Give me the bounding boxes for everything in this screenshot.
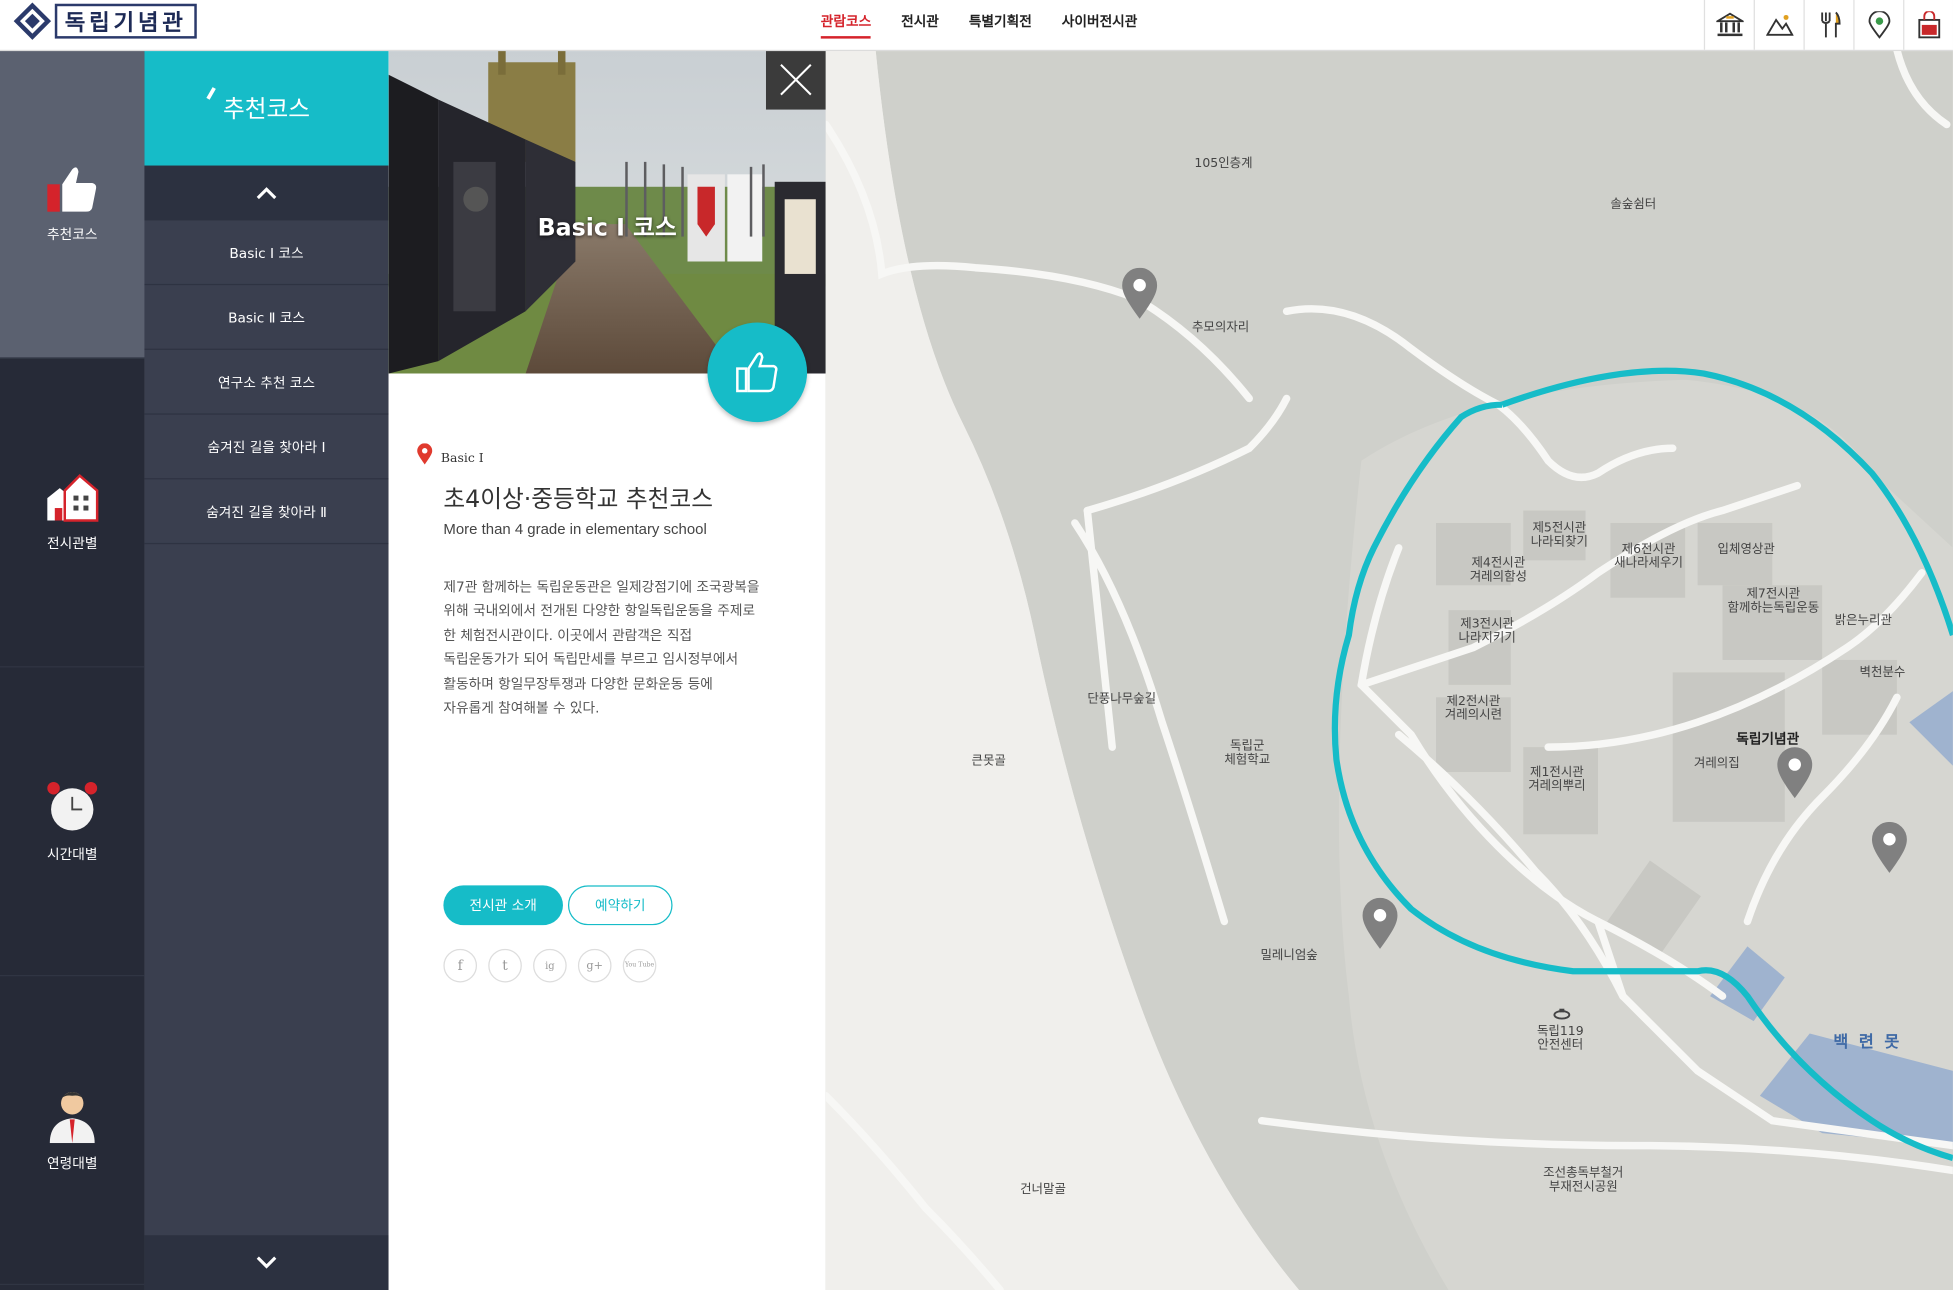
map-label: 겨레의집 <box>1693 757 1740 771</box>
map-pin-icon[interactable] <box>1121 267 1158 320</box>
map-label: 큰못골 <box>971 754 1006 769</box>
category-rail: 추천코스 전시관별 시간대별 연령대별 <box>0 49 145 1290</box>
rail-item-by-hall[interactable]: 전시관별 <box>0 359 145 668</box>
map-label: 제1전시관 겨레의뿌리 <box>1528 765 1586 794</box>
instagram-icon[interactable]: ig <box>533 948 567 983</box>
shopping-bag-icon[interactable] <box>1904 0 1953 50</box>
thumbs-up-icon <box>47 166 97 212</box>
map-label: 솔숲쉼터 <box>1610 197 1657 212</box>
map-label: 벽천분수 <box>1859 666 1906 680</box>
course-list: Basic Ⅰ 코스 Basic Ⅱ 코스 연구소 추천 코스 숨겨진 길을 찾… <box>144 220 389 545</box>
map-label: 독립군 체험학교 <box>1224 739 1271 768</box>
scroll-down-button[interactable] <box>144 1235 389 1290</box>
map-canvas <box>825 49 1953 1290</box>
photo-title: Basic Ⅰ 코스 <box>537 214 677 242</box>
map-pin-icon[interactable] <box>1871 821 1908 874</box>
chevron-up-icon <box>256 187 277 200</box>
map-label: 제4전시관 겨레의함성 <box>1469 556 1527 584</box>
course-detail-panel: Basic Ⅰ 코스 Basic Ⅰ 초4이상·중등학교 추천코스 More t… <box>388 49 830 1290</box>
description-line: 제7관 함께하는 독립운동관은 일제강점기에 조국광복을 <box>443 579 760 596</box>
map-label: 조선총독부철거 부재전시공원 <box>1543 1166 1624 1195</box>
restaurant-icon[interactable] <box>1805 0 1855 50</box>
map-label: 제2전시관 겨레의시련 <box>1444 694 1503 723</box>
map-label: 제7전시관 함께하는독립운동 <box>1727 587 1820 616</box>
alarm-clock-icon <box>47 781 98 830</box>
course-item-research[interactable]: 연구소 추천 코스 <box>144 350 389 415</box>
chevron-down-icon <box>256 1256 277 1269</box>
map-label: 추모의자리 <box>1191 321 1250 335</box>
nav-item-exhibitions[interactable]: 전시관 <box>886 0 954 50</box>
map-pin-icon[interactable] <box>1361 897 1398 950</box>
course-item-hidden-path-2[interactable]: 숨겨진 길을 찾아라 Ⅱ <box>144 479 389 545</box>
map-label: 단풍나무숲길 <box>1087 692 1157 707</box>
rail-label: 시간대별 <box>47 846 98 863</box>
google-plus-icon[interactable]: g+ <box>577 948 612 983</box>
map-label: 제6전시관 새나라세우기 <box>1614 542 1683 571</box>
location-icon[interactable] <box>1855 0 1905 50</box>
title-mark <box>206 87 216 100</box>
logo-emblem-icon <box>13 2 52 40</box>
nav-item-special[interactable]: 특별기획전 <box>954 0 1047 50</box>
main-nav: 관람코스 전시관 특별기획전 사이버전시관 <box>806 0 1153 50</box>
rail-label: 추천코스 <box>47 226 98 243</box>
facebook-icon[interactable]: f <box>443 948 478 983</box>
description-line: 자유롭게 참여해볼 수 있다. <box>443 699 600 717</box>
course-item-basic-1[interactable]: Basic Ⅰ 코스 <box>144 220 389 286</box>
course-title: 초4이상·중등학교 추천코스 <box>443 485 713 514</box>
social-share: f t ig g+ You Tube <box>443 948 667 983</box>
map-label: 제5전시관 나라되찾기 <box>1530 521 1589 550</box>
course-tag: Basic Ⅰ <box>416 443 484 466</box>
map-label: 입체영상관 <box>1717 542 1775 557</box>
description-line: 한 체험전시관이다. 이곳에서 관람객은 직접 <box>443 627 693 644</box>
submenu-title: 추천코스 <box>144 49 389 166</box>
map-label-pond: 백 련 못 <box>1833 1033 1902 1053</box>
course-item-hidden-path-1[interactable]: 숨겨진 길을 찾아라 Ⅰ <box>144 415 389 480</box>
map-pin-icon[interactable] <box>1776 747 1813 799</box>
rail-label: 연령대별 <box>47 1154 98 1172</box>
top-header: 독립기념관 관람코스 전시관 특별기획전 사이버전시관 <box>0 0 1953 52</box>
youtube-icon[interactable]: You Tube <box>622 948 657 983</box>
logo[interactable]: 독립기념관 <box>12 2 197 40</box>
close-icon <box>780 64 812 96</box>
course-submenu: 추천코스 Basic Ⅰ 코스 Basic Ⅱ 코스 연구소 추천 코스 숨겨진… <box>144 49 389 1290</box>
rail-item-by-time[interactable]: 시간대별 <box>0 667 145 977</box>
course-tag-text: Basic Ⅰ <box>440 452 484 466</box>
building-icon <box>47 473 99 522</box>
description-line: 독립운동가가 되어 독립만세를 부르고 임시정부에서 <box>443 651 739 668</box>
course-item-basic-2[interactable]: Basic Ⅱ 코스 <box>144 285 389 350</box>
map-label: 밝은누리관 <box>1834 613 1892 628</box>
person-icon <box>49 1091 95 1143</box>
museum-icon[interactable] <box>1705 0 1755 50</box>
rail-item-recommended[interactable]: 추천코스 <box>0 49 145 359</box>
logo-text: 독립기념관 <box>54 3 197 39</box>
hall-intro-button[interactable]: 전시관 소개 <box>443 885 563 926</box>
rail-label: 전시관별 <box>47 534 98 552</box>
description-line: 위해 국내외에서 전개된 다양한 항일독립운동을 주제로 <box>443 603 756 620</box>
fire-station-icon <box>1553 1008 1571 1020</box>
scroll-up-button[interactable] <box>144 165 389 221</box>
location-pin-icon <box>417 443 433 465</box>
map-label: 건너말골 <box>1020 1182 1066 1197</box>
reserve-button[interactable]: 예약하기 <box>567 885 673 926</box>
course-description: 제7관 함께하는 독립운동관은 일제강점기에 조국광복을 위해 국내외에서 전개… <box>443 575 782 720</box>
map-label: 105인층계 <box>1194 156 1253 171</box>
close-button[interactable] <box>765 49 826 110</box>
map-label: 밀레니엄숲 <box>1260 948 1318 963</box>
description-line: 활동하며 항일무장투쟁과 다양한 문화운동 등에 <box>443 675 713 692</box>
nav-item-courses[interactable]: 관람코스 <box>806 0 886 50</box>
twitter-icon[interactable]: t <box>488 948 522 983</box>
map-label-main-hall: 독립기념관 <box>1736 730 1800 748</box>
mountain-icon[interactable] <box>1755 0 1805 50</box>
map-view[interactable]: 105인층계 솔숲쉼터 추모의자리 제5전시관 나라되찾기 제6전시관 새나라세… <box>825 49 1953 1290</box>
nav-item-cyber[interactable]: 사이버전시관 <box>1047 0 1153 50</box>
utility-icons <box>1703 0 1953 50</box>
thumbs-up-icon <box>736 352 778 393</box>
submenu-title-text: 추천코스 <box>222 95 311 124</box>
recommended-badge <box>707 322 808 423</box>
course-subtitle: More than 4 grade in elementary school <box>443 520 707 538</box>
map-label: 제3전시관 나라지키기 <box>1458 617 1516 646</box>
rail-item-by-age[interactable]: 연령대별 <box>0 976 145 1286</box>
map-label: 독립119 안전센터 <box>1536 1024 1584 1053</box>
